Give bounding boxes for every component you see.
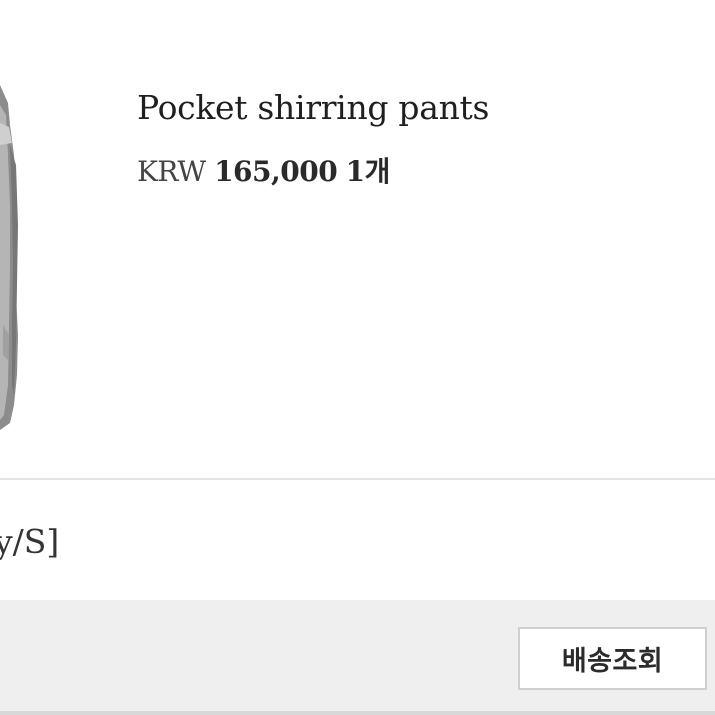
- price-line: KRW 165,000 1개: [137, 152, 390, 192]
- item-quantity: 1개: [345, 155, 391, 188]
- product-name[interactable]: Pocket shirring pants: [137, 86, 489, 130]
- pants-image-icon: [0, 85, 18, 430]
- delivery-tracking-button[interactable]: 배송조회: [518, 627, 707, 690]
- section-divider: [0, 478, 715, 480]
- order-item-card: Pocket shirring pants KRW 165,000 1개 y/S…: [0, 0, 715, 715]
- footer-bottom-border: [0, 711, 715, 715]
- product-thumbnail[interactable]: [0, 85, 30, 430]
- order-option-text: y/S]: [0, 522, 60, 561]
- price-currency: KRW: [137, 155, 206, 188]
- price-amount: 165,000: [214, 155, 338, 188]
